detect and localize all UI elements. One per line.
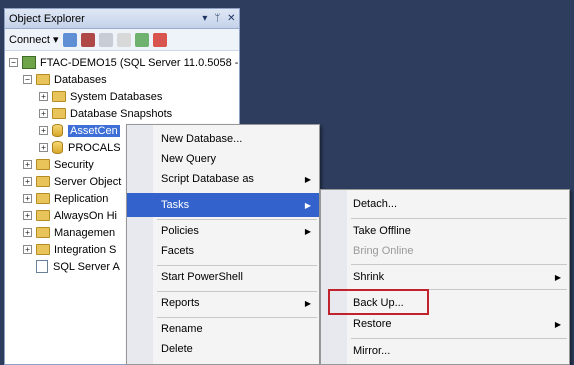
menu-item-tasks[interactable]: Tasks ▶: [127, 193, 319, 217]
title-bar-controls: ▾ ᛘ ✕: [199, 13, 239, 24]
tree-node-database-snapshots[interactable]: + Database Snapshots: [5, 105, 239, 122]
menu-item-script-database-as[interactable]: Script Database as ▶: [127, 167, 319, 191]
summary-icon[interactable]: [152, 32, 167, 47]
folder-icon: [36, 159, 50, 170]
tree-label: Server Object: [54, 175, 122, 188]
expand-icon[interactable]: +: [23, 211, 32, 220]
tree-label: AlwaysOn Hi: [54, 209, 117, 222]
tree-label: PROCALS: [68, 141, 121, 154]
expand-icon[interactable]: +: [23, 160, 32, 169]
pin-icon[interactable]: ᛘ: [214, 13, 220, 24]
tree-node-system-databases[interactable]: + System Databases: [5, 88, 239, 105]
expand-icon[interactable]: +: [39, 92, 48, 101]
server-icon: [22, 56, 36, 69]
tree-label: Databases: [54, 73, 107, 86]
menu-item-shrink[interactable]: Shrink ▶: [321, 265, 569, 289]
tree-node-server[interactable]: − FTAC-DEMO15 (SQL Server 11.0.5058 -: [5, 54, 239, 71]
submenu-arrow-icon: ▶: [554, 272, 561, 282]
database-icon: [52, 141, 63, 154]
expand-icon[interactable]: +: [39, 126, 48, 135]
tasks-submenu: Detach... Take Offline Bring Online Shri…: [320, 189, 570, 365]
tree-label: FTAC-DEMO15 (SQL Server 11.0.5058 -: [40, 56, 239, 69]
connect-button[interactable]: Connect ▾: [9, 33, 59, 46]
folder-icon: [52, 91, 66, 102]
menu-item-bring-online: Bring Online: [353, 245, 414, 257]
folder-icon: [36, 74, 50, 85]
refresh-icon[interactable]: [134, 32, 149, 47]
expand-icon[interactable]: +: [23, 177, 32, 186]
tree-label: Security: [54, 158, 94, 171]
menu-item-delete[interactable]: Delete: [127, 337, 319, 361]
tree-label: Replication: [54, 192, 109, 205]
expand-icon[interactable]: +: [23, 228, 32, 237]
menu-item-start-powershell[interactable]: Start PowerShell: [127, 265, 319, 289]
menu-item-facets[interactable]: Facets: [127, 239, 319, 263]
folder-icon: [52, 108, 66, 119]
collapse-icon[interactable]: −: [23, 75, 32, 84]
expand-icon[interactable]: +: [39, 109, 48, 118]
back-up-highlight-box: [328, 289, 429, 315]
close-icon[interactable]: ✕: [227, 13, 235, 24]
collapse-icon[interactable]: −: [9, 58, 18, 67]
tree-label: SQL Server A: [53, 260, 120, 273]
database-icon: [52, 124, 63, 137]
filter-icon[interactable]: [116, 32, 131, 47]
menu-item-reports[interactable]: Reports ▶: [127, 291, 319, 315]
tree-label: Database Snapshots: [70, 107, 173, 120]
tree-label: Managemen: [54, 226, 116, 239]
tree-label: Integration S: [54, 243, 117, 256]
object-explorer-title: Object Explorer: [9, 12, 85, 25]
database-context-menu: New Database... New Query Script Databas…: [126, 124, 320, 365]
expand-icon[interactable]: +: [39, 143, 48, 152]
expand-icon[interactable]: +: [23, 194, 32, 203]
tree-node-databases[interactable]: − Databases: [5, 71, 239, 88]
submenu-arrow-icon: ▶: [304, 174, 311, 184]
submenu-arrow-icon: ▶: [554, 319, 561, 329]
menu-item-restore[interactable]: Restore ▶: [321, 312, 569, 336]
dropdown-icon[interactable]: ▾: [202, 13, 207, 24]
folder-icon: [36, 210, 50, 221]
menu-item-detach[interactable]: Detach...: [321, 192, 569, 216]
tree-label-selected: AssetCen: [68, 124, 120, 137]
folder-icon: [36, 227, 50, 238]
connect-object-icon[interactable]: [62, 32, 77, 47]
submenu-arrow-icon: ▶: [304, 226, 311, 236]
expand-icon[interactable]: +: [23, 245, 32, 254]
stop-icon[interactable]: [98, 32, 113, 47]
object-explorer-toolbar: Connect ▾: [5, 29, 239, 51]
submenu-arrow-icon: ▶: [304, 200, 311, 210]
tree-label: System Databases: [70, 90, 163, 103]
folder-icon: [36, 176, 50, 187]
object-explorer-title-bar: Object Explorer ▾ ᛘ ✕: [5, 9, 239, 29]
menu-item-mirror[interactable]: Mirror...: [321, 339, 569, 363]
disconnect-icon[interactable]: [80, 32, 95, 47]
folder-icon: [36, 193, 50, 204]
folder-icon: [36, 244, 50, 255]
agent-icon: [36, 260, 48, 273]
submenu-arrow-icon: ▶: [304, 298, 311, 308]
